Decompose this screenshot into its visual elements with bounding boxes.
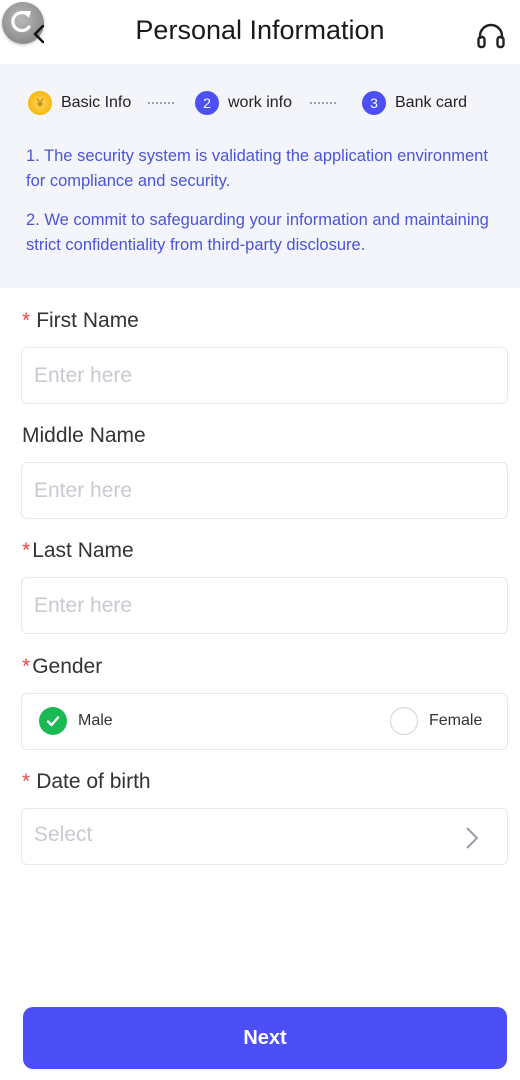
first-name-input[interactable] [34, 348, 484, 403]
first-name-field[interactable] [21, 347, 508, 404]
gender-field: Male Female [21, 693, 508, 750]
progress-steps: ¥ Basic Info 2 work info 3 Bank card [28, 90, 520, 118]
check-icon [39, 707, 67, 735]
gender-option-label: Male [78, 712, 113, 729]
required-mark: * [22, 770, 31, 793]
step-number: 3 [362, 91, 386, 115]
dob-label: * Date of birth [22, 770, 151, 793]
step-work-info: 2 work info [195, 90, 292, 116]
required-mark: * [22, 539, 31, 562]
step-separator [310, 102, 336, 104]
step-label: work info [228, 94, 293, 111]
radio-empty-icon [390, 707, 418, 735]
app-header: Personal Information [0, 0, 520, 64]
step-label: Basic Info [61, 94, 132, 111]
chevron-right-icon [466, 827, 479, 849]
gender-option-male[interactable]: Male [39, 707, 113, 735]
middle-name-field[interactable] [21, 462, 508, 519]
middle-name-label: Middle Name [22, 424, 146, 447]
middle-name-input[interactable] [34, 463, 484, 518]
step-basic-info: ¥ Basic Info [28, 90, 131, 116]
last-name-input[interactable] [34, 578, 484, 633]
info-panel: ¥ Basic Info 2 work info 3 Bank card 1. … [0, 64, 520, 288]
required-mark: * [22, 309, 31, 332]
last-name-field[interactable] [21, 577, 508, 634]
page-title: Personal Information [135, 15, 385, 45]
dob-placeholder: Select [34, 823, 93, 846]
first-name-label: * First Name [22, 309, 139, 332]
dob-select[interactable]: Select [21, 808, 508, 865]
security-note: 1. The security system is validating the… [26, 147, 488, 190]
step-separator [148, 102, 174, 104]
required-mark: * [22, 655, 31, 678]
step-label: Bank card [395, 94, 468, 111]
gender-option-label: Female [429, 712, 483, 729]
gender-option-female[interactable]: Female [390, 707, 482, 735]
step-number: 2 [195, 91, 219, 115]
step-bank-card: 3 Bank card [362, 90, 467, 116]
next-button[interactable]: Next [23, 1007, 507, 1069]
coin-icon: ¥ [28, 91, 52, 115]
gender-label: *Gender [22, 655, 103, 678]
last-name-label: *Last Name [22, 539, 134, 562]
privacy-note: 2. We commit to safeguarding your inform… [26, 211, 489, 254]
headset-icon[interactable] [476, 22, 506, 50]
